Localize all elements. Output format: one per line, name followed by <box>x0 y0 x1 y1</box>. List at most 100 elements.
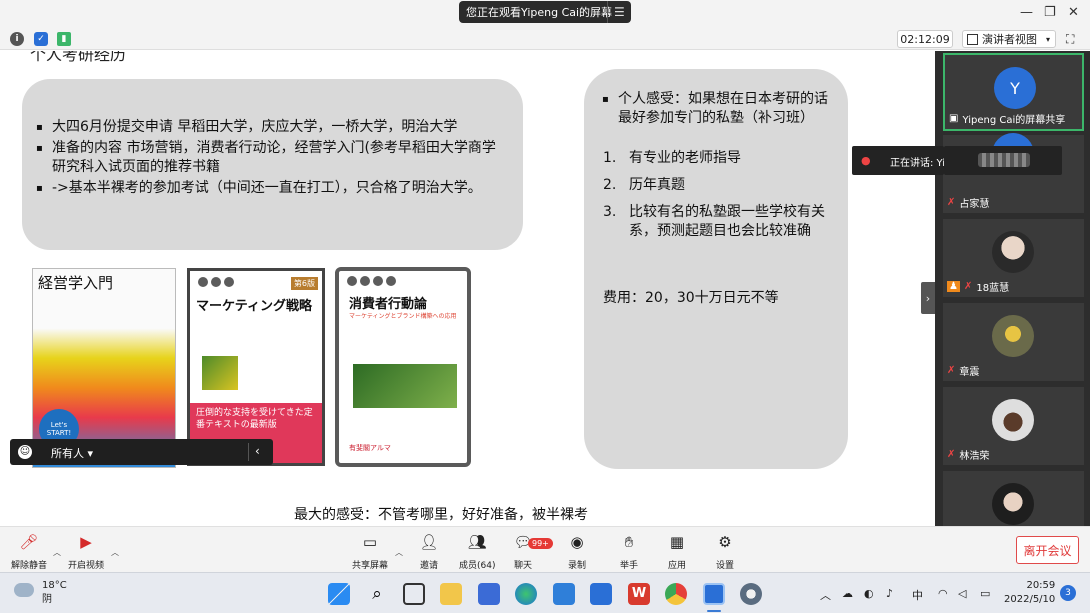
share-screen-button[interactable]: ▭ 共享屏幕 <box>352 531 388 571</box>
participant-name: ✗ 林浩荣 <box>947 449 990 462</box>
settings-button[interactable]: ⚙ 设置 <box>715 531 735 571</box>
speaker-view-icon <box>967 33 978 45</box>
tray-app-icon[interactable]: ◐ <box>864 587 874 600</box>
app-icon[interactable] <box>740 583 762 605</box>
apps-button[interactable]: ▦ 应用 <box>667 531 687 571</box>
system-clock[interactable]: 20:59 2022/5/10 <box>1004 579 1055 607</box>
weather-temperature: 18°C <box>42 580 67 591</box>
participant-name: ✗ 占家慧 <box>947 197 990 210</box>
add-user-icon: 👤︎ <box>419 533 439 551</box>
bullet-item: 大四6月份提交申请 早稻田大学，庆应大学，一桥大学，明治大学 <box>36 118 506 137</box>
windows-start-icon[interactable] <box>328 583 350 605</box>
meeting-controls: 🎤︎ 解除静音 ︿ ▶ 开启视频 ︿ ▭ 共享屏幕 ︿ 👤︎ 邀请 👥︎ 成员(… <box>0 526 1090 572</box>
chevron-up-icon[interactable]: ︿ <box>53 547 61 558</box>
meeting-window: 您正在观看Yipeng Cai的屏幕 ☰ — ❐ ✕ i ✓ ▮ 02:12:0… <box>0 0 1090 613</box>
mic-muted-icon: ✗ <box>947 197 956 208</box>
book-illustration <box>353 364 457 408</box>
bullet-item: 个人感受：如果想在日本考研的话最好参加专门的私塾（补习班） <box>602 90 830 128</box>
shield-icon[interactable]: ✓ <box>34 32 48 46</box>
book-cover-marketing: 第6版 マーケティング戦略 圧倒的な支持を受けてきた定番テキストの最新版 <box>187 268 325 466</box>
participant-tile[interactable]: ✗ 林浩荣 <box>943 387 1084 465</box>
record-icon: ◉ <box>570 533 584 551</box>
chat-button[interactable]: 💬︎ 聊天 <box>513 531 533 571</box>
book-dots <box>198 277 234 287</box>
chat-recipient-select[interactable]: 所有人 ▾ <box>51 445 93 461</box>
book-cover-keieigaku: 経営学入門 Let's START! <box>32 268 176 468</box>
restore-button[interactable]: ❐ <box>1044 5 1056 21</box>
search-icon[interactable]: ⌕ <box>366 583 388 605</box>
invite-button[interactable]: 👤︎ 邀请 <box>419 531 439 571</box>
menu-icon[interactable]: ☰ <box>614 5 625 19</box>
chevron-up-icon[interactable]: ︿ <box>820 587 831 603</box>
shared-slide: 个人考研经历 大四6月份提交申请 早稻田大学，庆应大学，一桥大学，明治大学 准备… <box>0 51 935 526</box>
book-title: マーケティング戦略 <box>196 299 312 314</box>
chat-divider <box>248 443 249 461</box>
participant-tile[interactable] <box>943 471 1084 526</box>
weather-condition: 阴 <box>42 594 52 605</box>
emoji-icon[interactable]: ☺ <box>18 445 32 459</box>
participant-name: ✗ 章震 <box>947 365 980 378</box>
start-video-button[interactable]: ▶ 开启视频 <box>68 531 104 571</box>
meeting-toolbar: i ✓ ▮ 02:12:09 演讲者视图 ▾ ⛶ <box>0 28 1090 50</box>
record-button[interactable]: ◉ 录制 <box>567 531 587 571</box>
active-app-indicator <box>707 610 721 612</box>
chevron-left-icon[interactable]: ‹ <box>255 444 260 458</box>
apps-icon: ▦ <box>669 533 685 551</box>
participant-tile[interactable]: ✗ 章震 <box>943 303 1084 381</box>
screen-share-banner[interactable]: 您正在观看Yipeng Cai的屏幕 ☰ <box>459 1 631 23</box>
signal-icon[interactable]: ▮ <box>57 32 71 46</box>
file-explorer-icon[interactable] <box>440 583 462 605</box>
avatar <box>992 231 1034 273</box>
bullet-item: 准备的内容 市场营销，消费者行动论，经营学入门(参考早稻田大学商学研究科入试页面… <box>36 139 506 177</box>
ime-indicator[interactable]: 中 <box>912 587 923 603</box>
active-speaker-tooltip-tail <box>944 146 1062 175</box>
battery-icon[interactable]: ▭ <box>980 587 990 600</box>
participant-name: ♟ ✗ 18蓝慧 <box>947 281 1010 294</box>
book-dots <box>347 276 396 286</box>
share-screen-label: 共享屏幕 <box>352 561 389 571</box>
chevron-up-icon[interactable]: ︿ <box>111 547 119 558</box>
mic-muted-icon: ✗ <box>963 281 973 292</box>
volume-icon[interactable]: ◁ <box>958 587 966 600</box>
notification-badge[interactable]: 3 <box>1060 585 1076 601</box>
gallery-collapse-handle[interactable]: › <box>921 282 935 314</box>
wps-icon[interactable]: W <box>628 583 650 605</box>
mail-icon[interactable] <box>553 583 575 605</box>
cloud-icon <box>14 583 34 597</box>
tencent-meeting-icon[interactable] <box>703 583 725 605</box>
minimize-button[interactable]: — <box>1020 5 1033 21</box>
mic-tray-icon[interactable]: ♪ <box>886 587 893 600</box>
participant-tile[interactable]: Y ▣ Yipeng Cai的屏幕共享 <box>943 53 1084 131</box>
info-icon[interactable]: i <box>10 32 24 46</box>
start-video-label: 开启视频 <box>68 561 105 571</box>
raise-hand-button[interactable]: ✋︎ 举手 <box>619 531 639 571</box>
banner-divider <box>607 1 608 23</box>
members-icon: 👥︎ <box>467 533 487 551</box>
task-view-icon[interactable] <box>403 583 425 605</box>
book-title: 経営学入門 <box>38 274 114 292</box>
app-icon[interactable] <box>590 583 612 605</box>
record-label: 录制 <box>567 561 586 571</box>
store-icon[interactable] <box>478 583 500 605</box>
view-mode-button[interactable]: 演讲者视图 ▾ <box>962 30 1056 48</box>
close-button[interactable]: ✕ <box>1068 5 1079 21</box>
chat-label: 聊天 <box>513 561 532 571</box>
screen-share-icon: ▣ <box>949 113 959 124</box>
mic-muted-icon: 🎤︎ <box>19 533 39 551</box>
wifi-icon[interactable]: ◠ <box>938 587 948 600</box>
cloud-tray-icon[interactable]: ☁ <box>842 587 853 600</box>
participant-tile[interactable]: ♟ ✗ 18蓝慧 <box>943 219 1084 297</box>
chrome-icon[interactable] <box>665 583 687 605</box>
slide-heading: 个人考研经历 <box>30 51 127 64</box>
edge-icon[interactable] <box>515 583 537 605</box>
right-bullet-list: 个人感受：如果想在日本考研的话最好参加专门的私塾（补习班） <box>602 90 830 130</box>
chevron-up-icon[interactable]: ︿ <box>395 547 403 558</box>
members-button[interactable]: 👥︎ 成员(64) <box>459 531 495 571</box>
chat-recipient-bar[interactable]: ☺ 所有人 ▾ ‹ <box>10 439 273 465</box>
participant-name: ▣ Yipeng Cai的屏幕共享 <box>949 113 1066 126</box>
fullscreen-icon[interactable]: ⛶ <box>1066 32 1080 46</box>
conclusion-text: 最大的感受：不管考哪里，好好准备，被半裸考 <box>294 507 588 523</box>
leave-meeting-button[interactable]: 离开会议 <box>1016 536 1079 564</box>
mic-muted-icon: ✗ <box>947 365 956 376</box>
unmute-button[interactable]: 🎤︎ 解除静音 <box>11 531 47 571</box>
